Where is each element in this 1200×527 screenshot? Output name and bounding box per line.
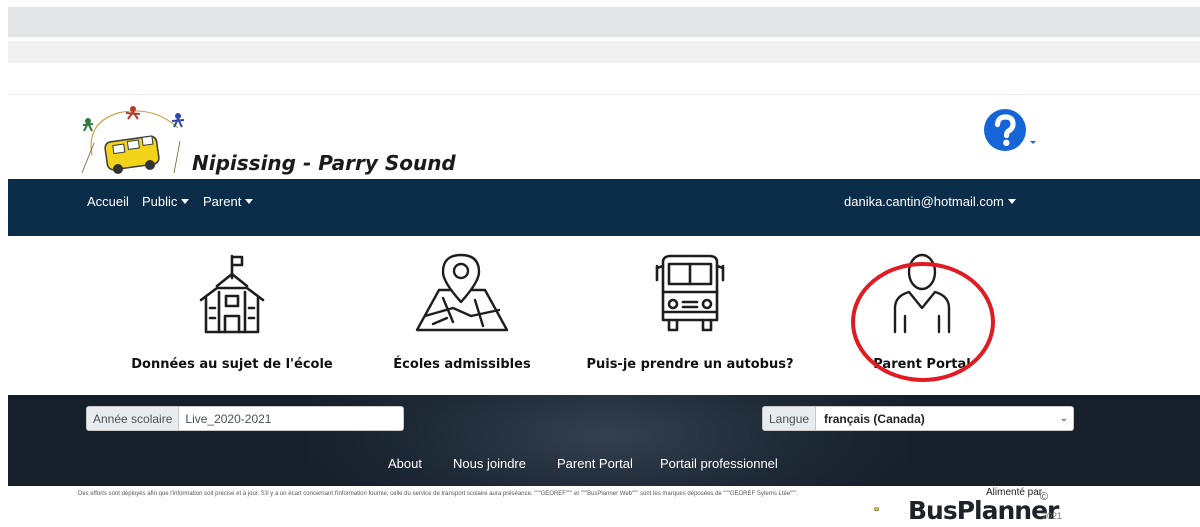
language-select[interactable]: Langue français (Canada) ⌄ [762,406,1074,431]
caret-down-icon [181,199,190,204]
nav-item-parent-label: Parent [203,194,242,209]
nav-item-parent[interactable]: Parent [203,194,254,209]
nav-item-accueil[interactable]: Accueil [87,194,129,209]
footer: Année scolaire Live_2020-2021 Langue fra… [8,395,1200,486]
school-bus-children-logo-icon[interactable] [78,103,192,177]
language-label: Langue [763,407,817,430]
footer-link-contact[interactable]: Nous joindre [453,456,526,471]
brand-title: Nipissing - Parry Sound [192,151,456,175]
caret-down-icon [1007,199,1016,204]
school-year-label: Année scolaire [87,407,180,430]
busplanner-logo-text[interactable]: BusPlanner [908,496,1059,525]
main-navbar: Accueil Public Parent danika.cantin@hotm… [8,179,1200,236]
school-building-icon [199,254,265,334]
bus-front-icon [655,254,725,332]
busplanner-bus-icon [874,507,879,512]
tile-eligible-schools-label: Écoles admissibles [393,357,531,372]
footer-link-parent-portal[interactable]: Parent Portal [557,456,633,471]
browser-subbar [8,41,1200,63]
nav-item-public-label: Public [142,194,178,209]
browser-bar [8,7,1200,37]
user-email: danika.cantin@hotmail.com [844,194,1004,209]
header-divider [8,94,1200,95]
footer-link-professional-portal[interactable]: Portail professionnel [660,456,778,471]
page: Nipissing - Parry Sound Accueil Public P… [0,0,1200,527]
copyright-year: 2021 [1042,511,1063,521]
tile-school-data-label: Données au sujet de l'école [131,357,333,372]
nav-item-public[interactable]: Public [142,194,190,209]
school-year-value: Live_2020-2021 [185,411,272,426]
map-pin-icon [415,253,509,332]
language-value: français (Canada) [824,411,925,426]
highlight-circle [851,262,995,382]
chevron-down-icon: ⌄ [1059,413,1069,424]
tile-school-data[interactable]: Données au sujet de l'école [122,250,342,375]
footer-disclaimer: Des efforts sont déployés afin que l'inf… [78,491,799,497]
footer-link-about[interactable]: About [388,456,422,471]
question-circle-icon[interactable] [983,108,1037,154]
caret-down-icon [245,199,254,204]
user-menu[interactable]: danika.cantin@hotmail.com [844,194,1016,209]
tile-can-i-take-bus-label: Puis-je prendre un autobus? [586,357,794,372]
tile-eligible-schools[interactable]: Écoles admissibles [352,250,572,375]
tile-can-i-take-bus[interactable]: Puis-je prendre un autobus? [580,250,800,375]
school-year-field[interactable]: Année scolaire Live_2020-2021 [86,406,404,431]
